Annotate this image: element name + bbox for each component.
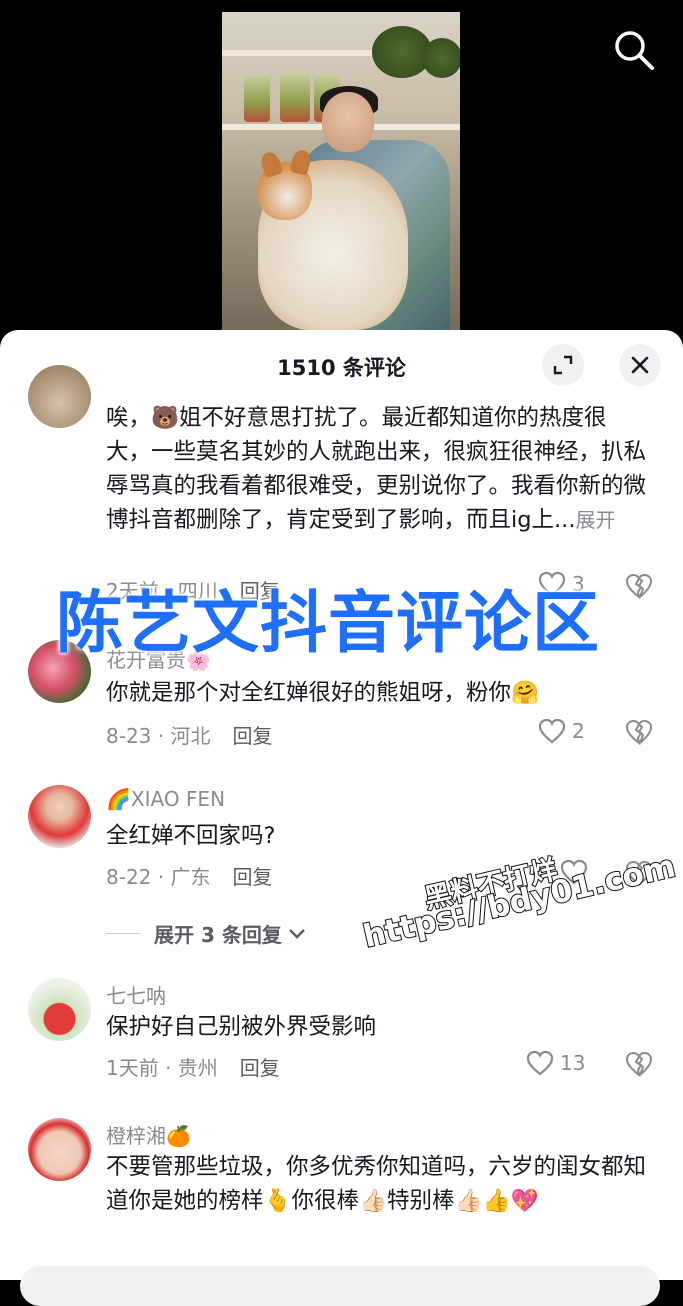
like-count: 2 — [572, 719, 585, 743]
reply-button[interactable]: 回复 — [232, 865, 272, 889]
chevron-down-icon — [288, 928, 305, 939]
username[interactable]: 橙梓湘🍊 — [106, 1120, 191, 1149]
plant — [422, 38, 460, 78]
avatar[interactable] — [28, 365, 91, 428]
comment-meta: 8-23 · 河北 回复 — [106, 724, 273, 748]
heart-icon — [538, 718, 566, 744]
search-icon[interactable] — [612, 28, 656, 72]
comment-text: 不要管那些垃圾，你多优秀你知道吗，六岁的闺女都知道你是她的榜样🫰你很棒👍🏻特别棒… — [106, 1154, 647, 1214]
comment-input-bar[interactable] — [20, 1266, 660, 1306]
like-button[interactable]: 13 — [526, 1050, 585, 1076]
like-count: 13 — [560, 1051, 586, 1075]
username[interactable]: 七七呐 — [106, 980, 166, 1009]
overlay-title: 陈艺文抖音评论区 — [56, 584, 600, 662]
video-player[interactable] — [0, 0, 683, 345]
sheet-header: 1510 条评论 — [0, 330, 683, 398]
like-button[interactable]: 2 — [538, 718, 585, 744]
close-icon[interactable] — [619, 344, 661, 386]
reply-button[interactable]: 回复 — [240, 1056, 280, 1080]
person-head — [322, 92, 374, 152]
expand-replies[interactable]: 展开 3 条回复 — [106, 919, 306, 948]
heart-icon — [526, 1050, 554, 1076]
broken-heart-icon — [625, 719, 653, 746]
expand-replies-label[interactable]: 展开 3 条回复 — [154, 919, 282, 948]
divider-line — [106, 932, 140, 935]
avatar[interactable] — [28, 978, 91, 1041]
jar — [280, 72, 310, 122]
broken-heart-icon — [625, 1051, 653, 1078]
expand-icon[interactable] — [542, 344, 584, 386]
comment-meta: 8-22 · 广东 回复 — [106, 865, 273, 889]
expand-text-button[interactable]: 展开 — [576, 508, 616, 532]
avatar[interactable] — [28, 785, 91, 848]
comment-text: 全红婵不回家吗? — [106, 823, 276, 849]
dislike-button[interactable] — [624, 719, 654, 749]
comment-text: 唉，🐻姐不好意思打扰了。最近都知道你的热度很大，一些莫名其妙的人就跑出来，很疯狂… — [106, 405, 647, 533]
jar — [244, 74, 270, 122]
username[interactable]: 🌈XIAO FEN — [106, 787, 225, 811]
dislike-button[interactable] — [624, 1051, 654, 1081]
comment-text: 保护好自己别被外界受影响 — [106, 1014, 377, 1040]
avatar[interactable] — [28, 1118, 91, 1181]
comment-meta: 1天前 · 贵州 回复 — [106, 1056, 280, 1080]
comment-text: 你就是那个对全红婵很好的熊姐呀，粉你🤗 — [106, 680, 540, 706]
reply-button[interactable]: 回复 — [232, 724, 272, 748]
